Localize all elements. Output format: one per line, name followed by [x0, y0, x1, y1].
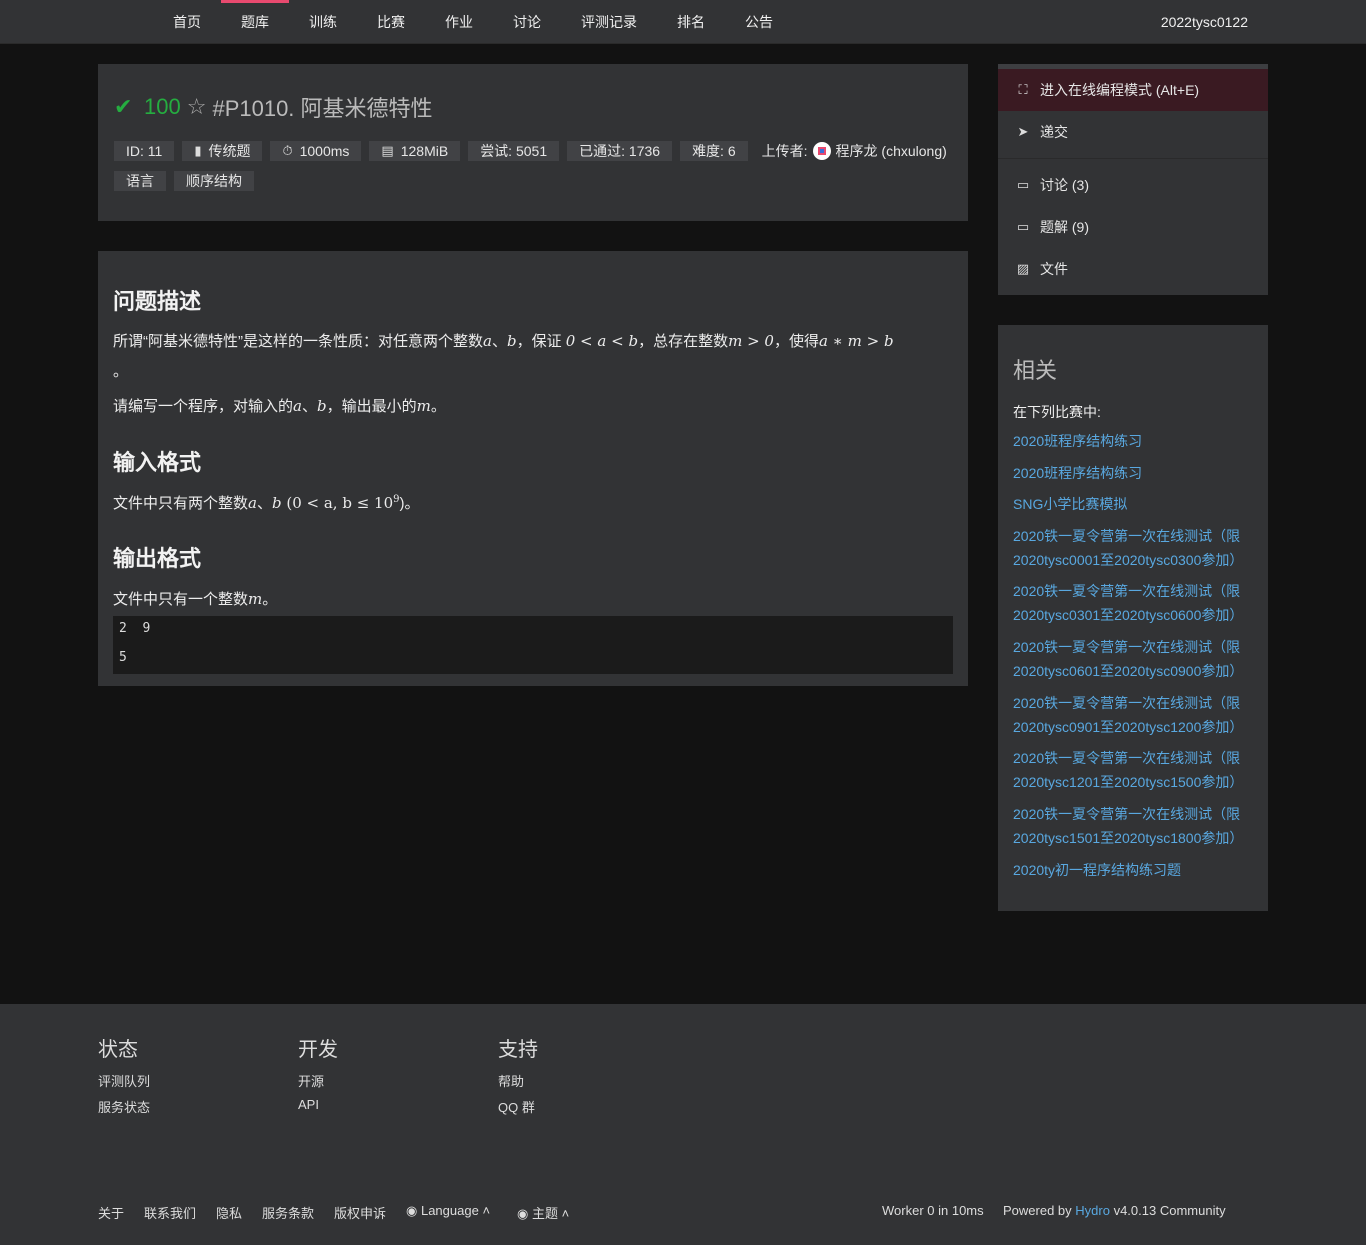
- problem-tag[interactable]: 语言: [114, 171, 166, 191]
- divider: [998, 158, 1268, 159]
- problem-score[interactable]: 100: [144, 94, 181, 120]
- problem-title: #P1010. 阿基米德特性: [212, 96, 433, 121]
- footer-link-terms[interactable]: 服务条款: [262, 1203, 314, 1222]
- expand-icon: ⛶: [1018, 82, 1028, 97]
- footer-link-opensource[interactable]: 开源: [298, 1071, 324, 1090]
- ide-mode-button[interactable]: ⛶ 进入在线编程模式 (Alt+E): [998, 69, 1268, 111]
- related-contest-link[interactable]: 2020班程序结构练习: [1013, 429, 1258, 453]
- stopwatch-icon: ⏱: [282, 143, 293, 158]
- memory-icon: ▤: [381, 143, 394, 158]
- attempts-badge: 尝试: 5051: [468, 141, 560, 161]
- passed-badge: 已通过: 1736: [567, 141, 673, 161]
- difficulty-badge: 难度: 6: [680, 141, 748, 161]
- related-contest-link[interactable]: 2020班程序结构练习: [1013, 461, 1258, 485]
- footer-link-copyright[interactable]: 版权申诉: [334, 1203, 386, 1222]
- footer-status-title: 状态: [98, 1039, 138, 1061]
- sample-input: 2 9: [119, 621, 151, 636]
- problem-header: ✔ 100 ☆ #P1010. 阿基米德特性 ID: 11 ▮ 传统题 ⏱ 1000…: [98, 64, 968, 221]
- uploader-label: 上传者:: [761, 143, 808, 159]
- sample-output: 5: [119, 650, 127, 665]
- uploader: 上传者: 程序龙 (chxulong): [756, 141, 953, 161]
- footer: 状态 评测队列 服务状态 开发 开源 API 支持 帮助 QQ 群 关于 联系我…: [0, 1004, 1366, 1245]
- sample-code-block: 2 9 5: [113, 616, 953, 674]
- discuss-link[interactable]: ▭ 讨论 (3): [998, 164, 1268, 206]
- input-heading: 输入格式: [113, 450, 202, 475]
- powered-by: Powered by Hydro v4.0.13 Community: [1003, 1203, 1226, 1218]
- globe-icon: ◉: [517, 1206, 529, 1221]
- related-contest-link[interactable]: 2020铁一夏令营第一次在线测试（限2020tysc1201至2020tysc1…: [1013, 746, 1258, 794]
- output-heading: 输出格式: [113, 546, 202, 571]
- related-contest-link[interactable]: 2020ty初一程序结构练习题: [1013, 858, 1258, 882]
- bookmark-icon: ▮: [194, 143, 202, 158]
- check-icon: ✔: [114, 94, 133, 119]
- time-limit-badge: ⏱ 1000ms: [270, 141, 362, 161]
- footer-link-qq-group[interactable]: QQ 群: [498, 1097, 535, 1116]
- submit-button[interactable]: ➤ 递交: [998, 111, 1268, 153]
- comment-icon: ▭: [1016, 177, 1030, 192]
- footer-support-title: 支持: [498, 1039, 538, 1061]
- nav-homework[interactable]: 作业: [438, 0, 480, 44]
- nav-home[interactable]: 首页: [166, 0, 208, 44]
- footer-link-contact[interactable]: 联系我们: [144, 1203, 196, 1222]
- related-contest-link[interactable]: 2020铁一夏令营第一次在线测试（限2020tysc0601至2020tysc0…: [1013, 635, 1258, 683]
- chevron-up-icon: ˄: [561, 1206, 570, 1221]
- nav-records[interactable]: 评测记录: [574, 0, 644, 44]
- meta-row: ID: 11 ▮ 传统题 ⏱ 1000ms ▤ 128MiB 尝试: 5051 已通过…: [114, 141, 953, 161]
- uploader-name[interactable]: 程序龙 (chxulong): [836, 141, 947, 161]
- related-panel: 相关 在下列比赛中: 2020班程序结构练习 2020班程序结构练习 SNG小学…: [998, 325, 1268, 911]
- problem-content: 问题描述 所谓“阿基米德特性”是这样的一条性质：对任意两个整数a、b，保证 0 …: [98, 251, 968, 686]
- description-line-3: 请编写一个程序，对输入的a、b，输出最小的m。: [113, 397, 446, 415]
- worker-status: Worker 0 in 10ms: [882, 1203, 984, 1218]
- send-icon: ➤: [1017, 124, 1029, 139]
- input-format-text: 文件中只有两个整数a、b (0 < a, b ≤ 109)。: [113, 494, 420, 512]
- footer-link-about[interactable]: 关于: [98, 1203, 124, 1222]
- footer-link-service-status[interactable]: 服务状态: [98, 1097, 150, 1116]
- description-heading: 问题描述: [113, 289, 202, 314]
- related-contest-link[interactable]: 2020铁一夏令营第一次在线测试（限2020tysc0001至2020tysc0…: [1013, 524, 1258, 572]
- footer-link-privacy[interactable]: 隐私: [216, 1203, 242, 1222]
- hydro-link[interactable]: Hydro: [1075, 1203, 1110, 1218]
- footer-link-judge-queue[interactable]: 评测队列: [98, 1071, 150, 1090]
- related-contest-link[interactable]: 2020铁一夏令营第一次在线测试（限2020tysc0301至2020tysc0…: [1013, 579, 1258, 627]
- related-title: 相关: [1013, 358, 1058, 383]
- nav-ranking[interactable]: 排名: [670, 0, 712, 44]
- nav-announcement[interactable]: 公告: [738, 0, 780, 44]
- description-line-2: 。: [113, 363, 129, 380]
- globe-icon: ◉: [406, 1203, 418, 1218]
- language-selector[interactable]: ◉ Language ˄: [406, 1203, 490, 1219]
- description-line-1: 所谓“阿基米德特性”是这样的一条性质：对任意两个整数a、b，保证 0 < a <…: [113, 332, 894, 350]
- nav-contest[interactable]: 比赛: [370, 0, 412, 44]
- comment-icon: ▭: [1016, 219, 1030, 234]
- theme-selector[interactable]: ◉ 主题 ˄: [517, 1203, 569, 1222]
- problem-type-badge: ▮ 传统题: [182, 141, 263, 161]
- solutions-link[interactable]: ▭ 题解 (9): [998, 206, 1268, 248]
- top-nav: 首页 题库 训练 比赛 作业 讨论 评测记录 排名 公告 2022tysc012…: [0, 0, 1366, 44]
- related-subtitle: 在下列比赛中:: [1013, 404, 1101, 420]
- related-contest-link[interactable]: SNG小学比赛模拟: [1013, 492, 1258, 516]
- footer-dev-title: 开发: [298, 1039, 338, 1061]
- footer-link-api[interactable]: API: [298, 1097, 319, 1112]
- related-contest-link[interactable]: 2020铁一夏令营第一次在线测试（限2020tysc1501至2020tysc1…: [1013, 802, 1258, 850]
- star-icon[interactable]: ☆: [187, 94, 207, 120]
- chevron-up-icon: ˄: [482, 1203, 491, 1218]
- avatar[interactable]: [812, 142, 831, 160]
- problem-tag[interactable]: 顺序结构: [174, 171, 254, 191]
- user-menu[interactable]: 2022tysc0122: [1161, 0, 1248, 44]
- footer-link-help[interactable]: 帮助: [498, 1071, 524, 1090]
- nav-problems[interactable]: 题库: [221, 0, 289, 44]
- nav-discuss[interactable]: 讨论: [506, 0, 548, 44]
- tag-row: 语言 顺序结构: [114, 171, 254, 191]
- related-contest-link[interactable]: 2020铁一夏令营第一次在线测试（限2020tysc0901至2020tysc1…: [1013, 691, 1258, 739]
- sidebar-actions: ⛶ 进入在线编程模式 (Alt+E) ➤ 递交 ▭ 讨论 (3) ▭ 题解 (9…: [998, 64, 1268, 295]
- files-link[interactable]: ▨ 文件: [998, 248, 1268, 290]
- memory-limit-badge: ▤ 128MiB: [369, 141, 461, 161]
- output-format-text: 文件中只有一个整数m。: [113, 590, 278, 608]
- nav-training[interactable]: 训练: [302, 0, 344, 44]
- image-file-icon: ▨: [1016, 261, 1030, 276]
- title-row: ✔ 100 ☆ #P1010. 阿基米德特性: [114, 92, 433, 122]
- problem-id-badge: ID: 11: [114, 141, 175, 161]
